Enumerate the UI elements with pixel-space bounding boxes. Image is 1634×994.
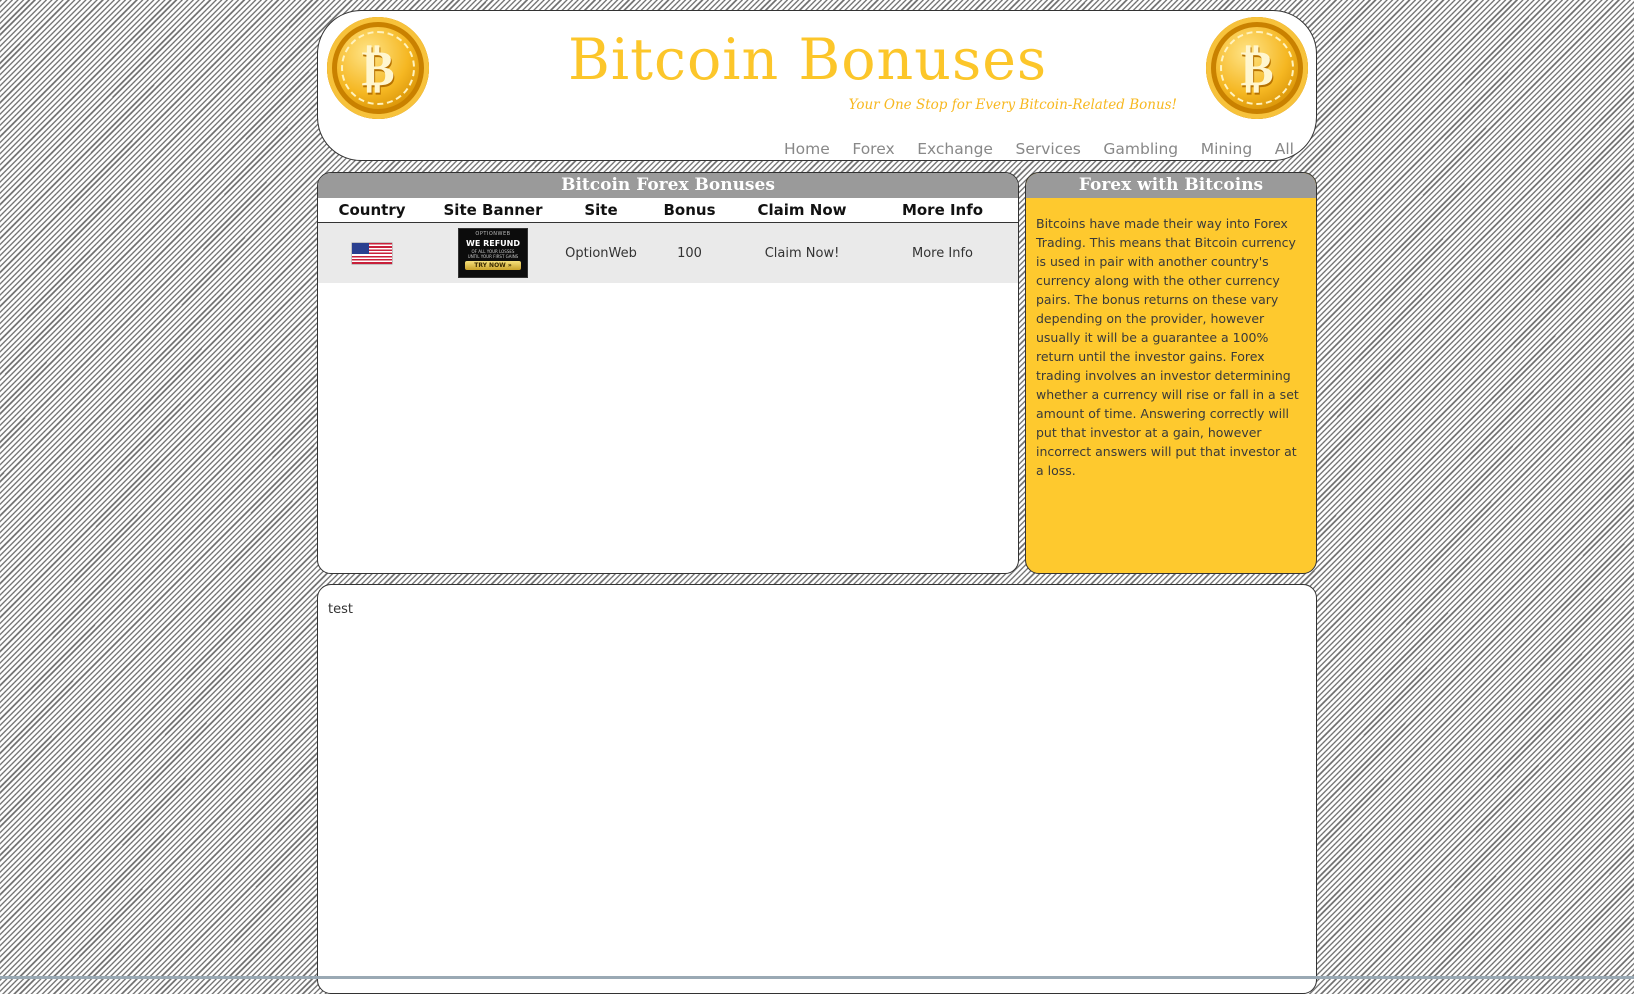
bitcoin-coin-icon: ₿ [1206, 17, 1308, 119]
optionweb-banner[interactable]: OPTIONWEB WE REFUND OF ALL YOUR LOSSES U… [458, 228, 528, 278]
forex-info-panel: Forex with Bitcoins Bitcoins have made t… [1025, 172, 1317, 574]
banner-line2: UNTIL YOUR FIRST GAINS [467, 254, 519, 259]
nav-exchange-link[interactable]: Exchange [917, 140, 993, 162]
column-header-site-banner: Site Banner [426, 198, 560, 223]
claim-now-link[interactable]: Claim Now! [737, 222, 867, 283]
page-background: ₿ Bitcoin Bonuses Your One Stop for Ever… [0, 0, 1634, 994]
column-header-country: Country [318, 198, 426, 223]
content-panel: test [317, 584, 1317, 994]
bonus-table-panel: Bitcoin Forex Bonuses Country Site Banne… [317, 172, 1019, 574]
column-header-more-info: More Info [867, 198, 1018, 223]
column-header-bonus: Bonus [642, 198, 737, 223]
forex-info-text: Bitcoins have made their way into Forex … [1036, 216, 1299, 478]
bonus-table: Country Site Banner Site Bonus Claim Now… [318, 198, 1018, 283]
nav-gambling-link[interactable]: Gambling [1103, 140, 1178, 162]
banner-brand: OPTIONWEB [475, 231, 511, 237]
bonus-table-heading: Bitcoin Forex Bonuses [318, 173, 1018, 198]
site-tagline: Your One Stop for Every Bitcoin-Related … [848, 97, 1177, 113]
flag-canton [352, 242, 369, 254]
content-text: test [328, 602, 353, 617]
bitcoin-symbol: ₿ [1240, 38, 1274, 97]
more-info-link[interactable]: More Info [867, 222, 1018, 283]
banner-cta: TRY NOW » [465, 261, 521, 270]
site-header: ₿ Bitcoin Bonuses Your One Stop for Ever… [317, 10, 1317, 161]
site-cell: OptionWeb [560, 222, 642, 283]
bitcoin-coin-icon: ₿ [327, 17, 429, 119]
us-flag-icon [352, 242, 392, 264]
main-nav: Home Forex Exchange Services Gambling Mi… [784, 140, 1294, 162]
banner-headline: WE REFUND [466, 239, 520, 248]
column-header-claim-now: Claim Now [737, 198, 867, 223]
forex-info-heading: Forex with Bitcoins [1026, 173, 1316, 198]
site-banner-cell: OPTIONWEB WE REFUND OF ALL YOUR LOSSES U… [426, 222, 560, 283]
nav-mining-link[interactable]: Mining [1201, 140, 1252, 162]
table-row: OPTIONWEB WE REFUND OF ALL YOUR LOSSES U… [318, 222, 1018, 283]
site-title[interactable]: Bitcoin Bonuses [568, 27, 1046, 93]
nav-home-link[interactable]: Home [784, 140, 830, 162]
nav-all-link[interactable]: All [1275, 140, 1294, 162]
bitcoin-symbol: ₿ [361, 38, 395, 97]
bonus-cell: 100 [642, 222, 737, 283]
nav-forex-link[interactable]: Forex [852, 140, 894, 162]
country-cell [318, 222, 426, 283]
nav-services-link[interactable]: Services [1016, 140, 1081, 162]
table-header-row: Country Site Banner Site Bonus Claim Now… [318, 198, 1018, 223]
column-header-site: Site [560, 198, 642, 223]
